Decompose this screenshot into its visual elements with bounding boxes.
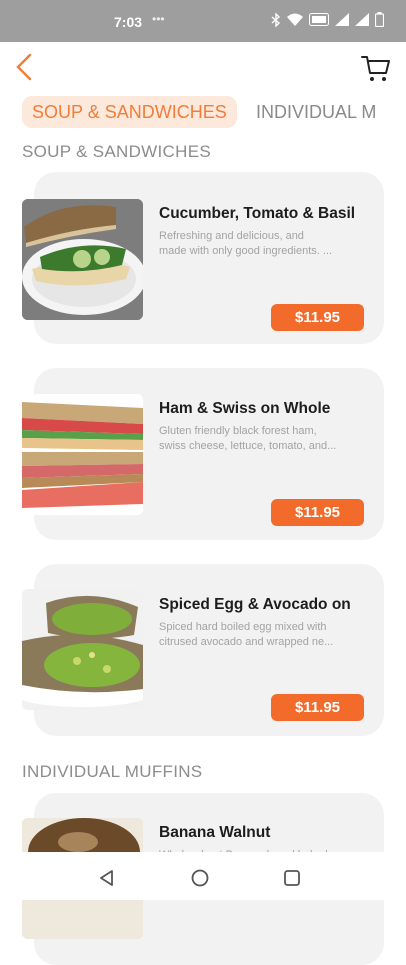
price-button[interactable]: $11.95 — [271, 499, 364, 526]
bluetooth-icon — [271, 12, 281, 27]
top-app-bar — [0, 42, 406, 92]
home-circle-icon[interactable] — [190, 868, 210, 888]
battery-icon — [375, 12, 384, 27]
signal-icon — [355, 13, 369, 26]
status-icons — [271, 12, 384, 27]
item-description: Refreshing and delicious, and made with o… — [159, 230, 333, 257]
category-tabs: SOUP & SANDWICHES INDIVIDUAL M — [0, 96, 406, 130]
section-title-soup-sandwiches: SOUP & SANDWICHES — [22, 142, 211, 161]
item-description: Gluten friendly black forest ham, swiss c… — [159, 425, 337, 452]
shopping-cart-icon[interactable] — [360, 52, 392, 84]
item-title: Banana Walnut — [159, 824, 271, 841]
tab-individual-muffins[interactable]: INDIVIDUAL M — [246, 96, 386, 128]
chevron-left-icon[interactable] — [10, 52, 40, 82]
volte-icon — [309, 13, 329, 26]
item-image-cucumber-sandwich — [22, 199, 143, 320]
wifi-icon — [287, 13, 303, 26]
status-notification-dots: ••• — [152, 12, 165, 26]
item-description: Spiced hard boiled egg mixed with citruse… — [159, 621, 334, 648]
item-title: Ham & Swiss on Whole — [159, 400, 331, 417]
item-image-ham-swiss — [22, 394, 143, 515]
item-image-egg-avocado-wrap — [22, 589, 143, 710]
back-triangle-icon[interactable] — [97, 868, 117, 888]
system-nav-bar — [0, 856, 406, 900]
section-title-individual-muffins: INDIVIDUAL MUFFINS — [22, 762, 203, 781]
signal-icon — [335, 13, 349, 26]
item-title: Spiced Egg & Avocado on — [159, 596, 351, 613]
item-title: Cucumber, Tomato & Basil — [159, 205, 356, 222]
price-button[interactable]: $11.95 — [271, 304, 364, 331]
recents-square-icon[interactable] — [282, 868, 302, 888]
status-bar: 7:03 ••• — [0, 0, 406, 42]
price-button[interactable]: $11.95 — [271, 694, 364, 721]
status-time: 7:03 — [114, 14, 143, 30]
tab-soup-sandwiches[interactable]: SOUP & SANDWICHES — [22, 96, 237, 128]
